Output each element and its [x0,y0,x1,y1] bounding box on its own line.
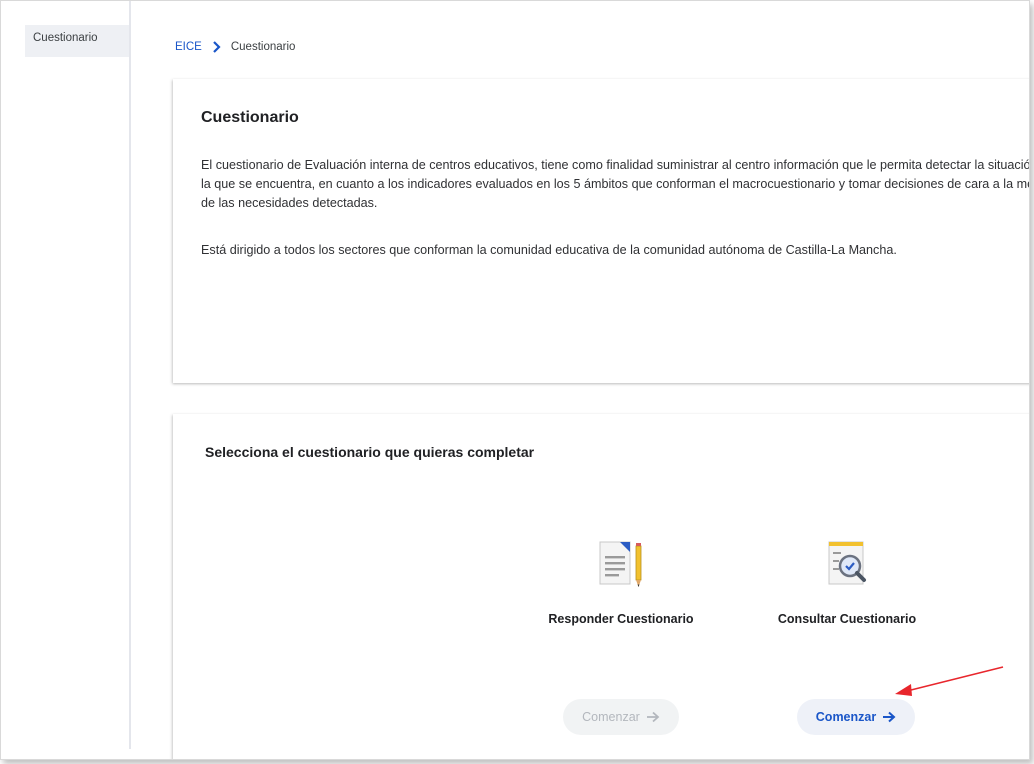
start-responder-button[interactable]: Comenzar [563,699,679,735]
document-magnifier-icon [757,536,937,594]
sidebar: Cuestionario [1,1,131,749]
start-consultar-button[interactable]: Comenzar [797,699,915,735]
intro-title: Cuestionario [201,109,299,126]
arrow-right-icon [646,711,660,723]
sidebar-item-cuestionario[interactable]: Cuestionario [25,25,129,57]
breadcrumb: EICE Cuestionario [175,39,295,55]
app-window: Cuestionario EICE Cuestionario Cuestiona… [0,0,1030,760]
arrow-right-icon [882,711,896,723]
option-responder: Responder Cuestionario [531,536,711,626]
breadcrumb-link-eice[interactable]: EICE [175,41,202,53]
option-consultar: Consultar Cuestionario [757,536,937,626]
intro-paragraph: El cuestionario de Evaluación interna de… [201,158,1030,210]
chevron-right-icon [212,41,221,53]
selection-card: Selecciona el cuestionario que quieras c… [173,414,1029,759]
intro-card: Cuestionario El cuestionario de Evaluaci… [173,79,1030,383]
selection-title: Selecciona el cuestionario que quieras c… [205,444,535,460]
start-responder-button-label: Comenzar [582,710,640,724]
option-consultar-label: Consultar Cuestionario [777,612,917,626]
start-consultar-button-label: Comenzar [815,710,877,724]
document-pencil-icon [531,536,711,594]
intro-audience-paragraph: Está dirigido a todos los sectores que c… [201,243,897,257]
option-responder-label: Responder Cuestionario [548,612,694,626]
breadcrumb-current: Cuestionario [230,41,296,53]
